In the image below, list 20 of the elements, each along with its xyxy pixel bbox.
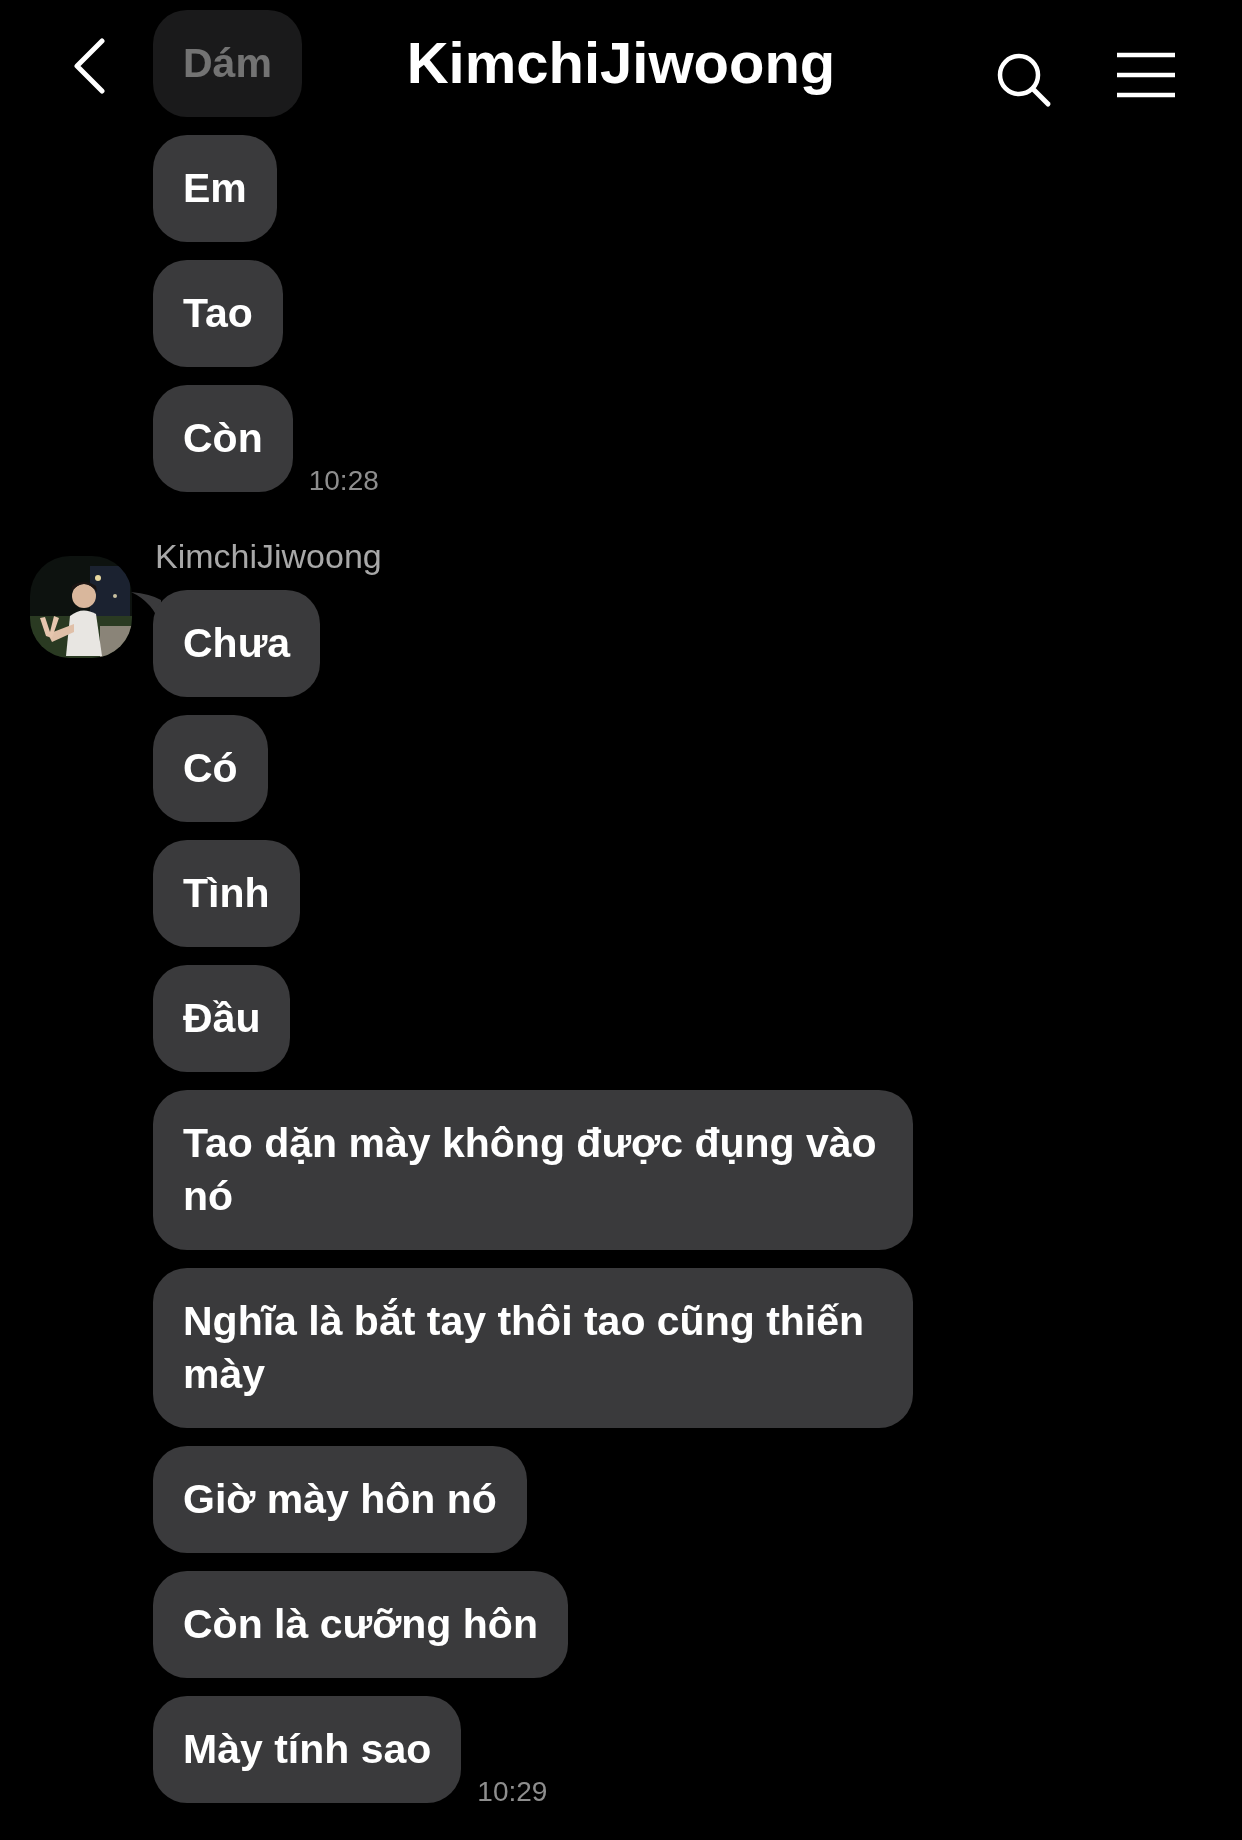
- message-bubble: Tao: [153, 260, 283, 367]
- menu-button[interactable]: [1115, 52, 1177, 98]
- search-button[interactable]: [996, 52, 1052, 108]
- message-bubble: Có: [153, 715, 268, 822]
- message-bubble: Còn: [153, 385, 293, 492]
- message-bubble: Giờ mày hôn nó: [153, 1446, 527, 1553]
- message-bubble: Dám: [153, 10, 302, 117]
- message-bubble: Mày tính sao: [153, 1696, 462, 1803]
- message-bubble: Nghĩa là bắt tay thôi tao cũng thiến mày: [153, 1268, 913, 1428]
- message-bubble: Chưa: [153, 590, 321, 697]
- chat-title: KimchiJiwoong: [406, 29, 836, 97]
- message-bubble: Tình: [153, 840, 300, 947]
- timestamp: 10:29: [477, 1775, 548, 1809]
- sender-name: KimchiJiwoong: [155, 536, 382, 576]
- back-button[interactable]: [72, 38, 106, 94]
- message-bubble: Tao dặn mày không được đụng vào nó: [153, 1090, 913, 1250]
- timestamp: 10:28: [308, 464, 379, 498]
- message-bubble: Còn là cưỡng hôn: [153, 1571, 568, 1678]
- message-bubble: Em: [153, 135, 277, 242]
- message-bubble: Đầu: [153, 965, 291, 1072]
